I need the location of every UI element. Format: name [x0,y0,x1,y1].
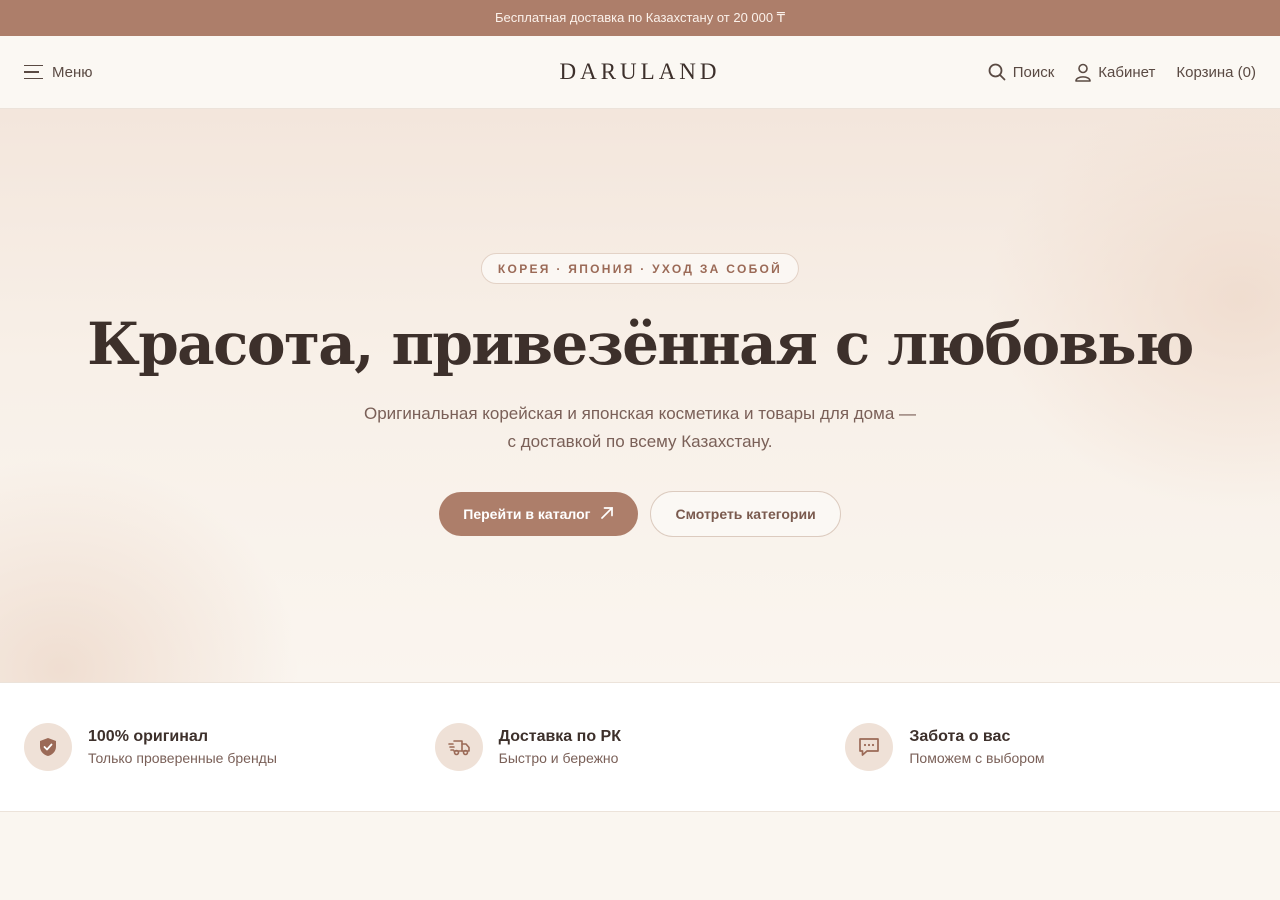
search-label: Поиск [1012,63,1055,81]
feature-title: 100% оригинал [88,728,208,745]
promo-text: Бесплатная доставка по Казахстану от 20 … [495,10,785,25]
feature-item: 100% оригинал Только проверенные бренды [24,723,435,771]
shield-check-icon [24,723,72,771]
catalog-button-label: Перейти в каталог [463,506,591,522]
page-continuation [0,812,1280,900]
chat-bubble-icon [845,723,894,771]
cart-button[interactable]: Корзина (0) [1176,64,1256,81]
user-icon [1075,63,1092,82]
search-button[interactable]: Поиск [988,63,1055,81]
feature-item: Забота о вас Поможем с выбором [845,723,1256,771]
arrow-up-right-icon [600,506,614,523]
account-button[interactable]: Кабинет [1075,63,1155,82]
hero-section: КОРЕЯ · ЯПОНИЯ · УХОД ЗА СОБОЙ Красота, … [0,109,1280,682]
categories-button-label: Смотреть категории [675,506,816,522]
hero-title: Красота, привезённая с любовью [87,310,1194,378]
hamburger-icon [24,65,43,79]
promo-bar: Бесплатная доставка по Казахстану от 20 … [0,0,1280,36]
catalog-button[interactable]: Перейти в каталог [439,492,639,536]
header-nav: Поиск Кабинет Корзина (0) [988,63,1256,82]
feature-item: Доставка по РК Быстро и бережно [434,723,846,771]
feature-title: Забота о вас [909,728,1011,745]
features-strip: 100% оригинал Только проверенные бренды … [0,682,1280,812]
search-icon [988,63,1006,81]
cart-label: Корзина (0) [1176,63,1256,81]
site-logo[interactable]: DARULAND [559,59,720,85]
menu-label: Меню [52,63,93,81]
feature-title: Доставка по РК [498,728,621,745]
hero-subtitle: Оригинальная корейская и японская космет… [363,404,916,451]
feature-desc: Быстро и бережно [498,750,619,766]
feature-desc: Поможем с выбором [909,750,1045,766]
delivery-truck-icon [434,723,483,771]
hero-actions: Перейти в каталог Смотреть категории [0,491,1280,537]
categories-button[interactable]: Смотреть категории [650,491,841,537]
feature-desc: Только проверенные бренды [88,750,277,766]
menu-button[interactable]: Меню [24,64,93,81]
site-header: Меню DARULAND Поиск Кабинет Корзина (0) [0,36,1280,109]
account-label: Кабинет [1098,63,1156,81]
hero-eyebrow: КОРЕЯ · ЯПОНИЯ · УХОД ЗА СОБОЙ [480,253,800,284]
